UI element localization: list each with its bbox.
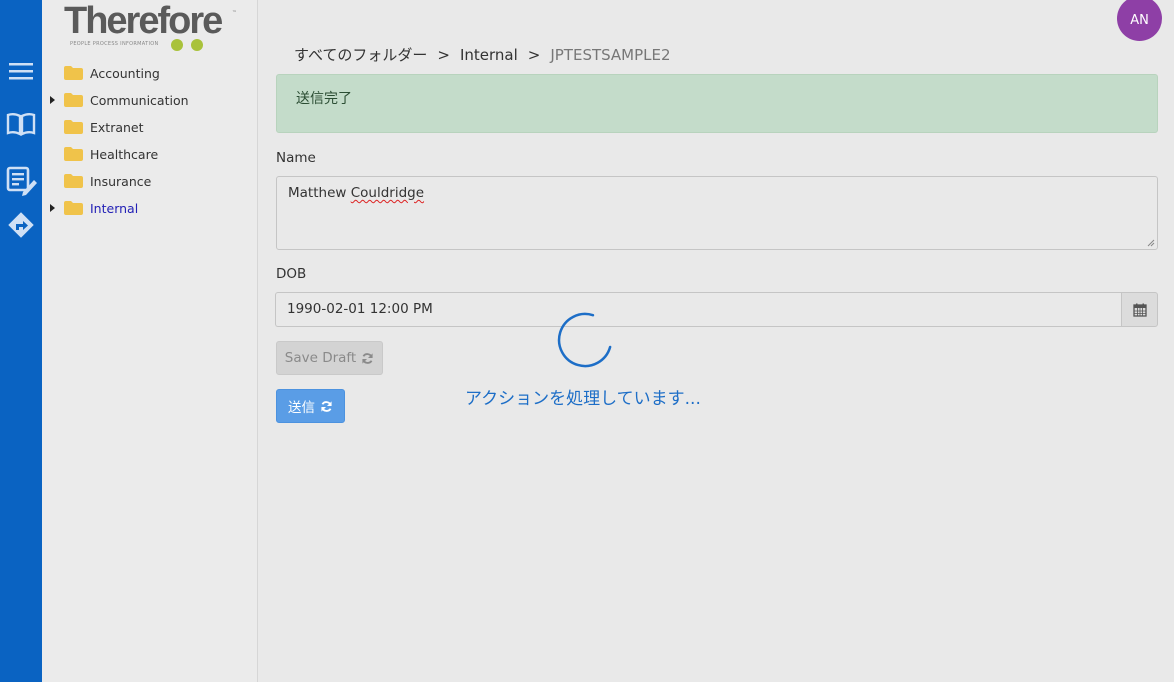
folder-panel: Therefore ™ PEOPLE PROCESS INFORMATION A… [42,0,258,682]
expand-caret-icon[interactable] [50,204,55,212]
name-last-spellcheck: Couldridge [350,185,425,201]
dob-input[interactable]: 1990-02-01 12:00 PM [275,292,1122,327]
loading-spinner-icon [557,312,612,368]
processing-message: アクションを処理しています... [465,389,701,409]
refresh-icon [362,352,373,364]
breadcrumb-separator: > [437,45,450,64]
folder-icon [64,201,83,215]
name-label: Name [276,150,316,166]
resize-grip-icon[interactable] [1147,239,1155,247]
logo-tagline: PEOPLE PROCESS INFORMATION [70,41,159,47]
folder-item-accounting[interactable]: Accounting [42,60,258,87]
breadcrumb-internal[interactable]: Internal [460,46,518,64]
refresh-icon [321,400,332,412]
breadcrumb: すべてのフォルダー > Internal > JPTESTSAMPLE2 [294,44,671,65]
folder-icon [64,174,83,188]
expand-caret-icon[interactable] [50,96,55,104]
folder-icon [64,93,83,107]
therefore-logo: Therefore ™ PEOPLE PROCESS INFORMATION [64,2,244,52]
success-alert: 送信完了 [276,74,1158,133]
folder-icon [64,147,83,161]
book-icon[interactable] [0,106,42,142]
folder-item-insurance[interactable]: Insurance [42,168,258,195]
folder-item-communication[interactable]: Communication [42,87,258,114]
workflow-icon[interactable] [0,207,42,243]
folder-label: Communication [90,93,189,108]
left-rail [0,0,42,682]
folder-label: Internal [90,201,139,216]
menu-icon[interactable] [0,53,42,89]
calendar-icon [1132,303,1147,317]
edit-form-icon[interactable] [0,163,42,199]
user-avatar[interactable]: AN [1117,0,1162,41]
logo-wordmark: Therefore [64,0,223,42]
logo-dot-icon [191,39,203,51]
alert-message: 送信完了 [296,91,352,107]
folder-tree: Accounting Communication Extranet Health… [42,60,258,222]
logo-trademark: ™ [232,10,237,16]
folder-icon [64,66,83,80]
breadcrumb-current: JPTESTSAMPLE2 [550,45,671,64]
calendar-button[interactable] [1121,292,1158,327]
save-draft-button[interactable]: Save Draft [276,341,383,375]
save-draft-label: Save Draft [284,350,357,366]
folder-item-extranet[interactable]: Extranet [42,114,258,141]
logo-dot-icon [171,39,183,51]
folder-item-healthcare[interactable]: Healthcare [42,141,258,168]
folder-label: Accounting [90,66,160,81]
folder-item-internal[interactable]: Internal [42,195,258,222]
folder-label: Insurance [90,174,152,189]
folder-label: Extranet [90,120,144,135]
breadcrumb-all-folders[interactable]: すべてのフォルダー [294,44,427,65]
dob-label: DOB [276,266,307,282]
submit-label: 送信 [288,400,315,416]
folder-label: Healthcare [90,147,159,162]
name-field[interactable]: Matthew Couldridge [276,176,1158,250]
name-first: Matthew [288,185,347,201]
breadcrumb-separator: > [527,45,541,64]
submit-button[interactable]: 送信 [276,389,345,423]
folder-icon [64,120,83,134]
